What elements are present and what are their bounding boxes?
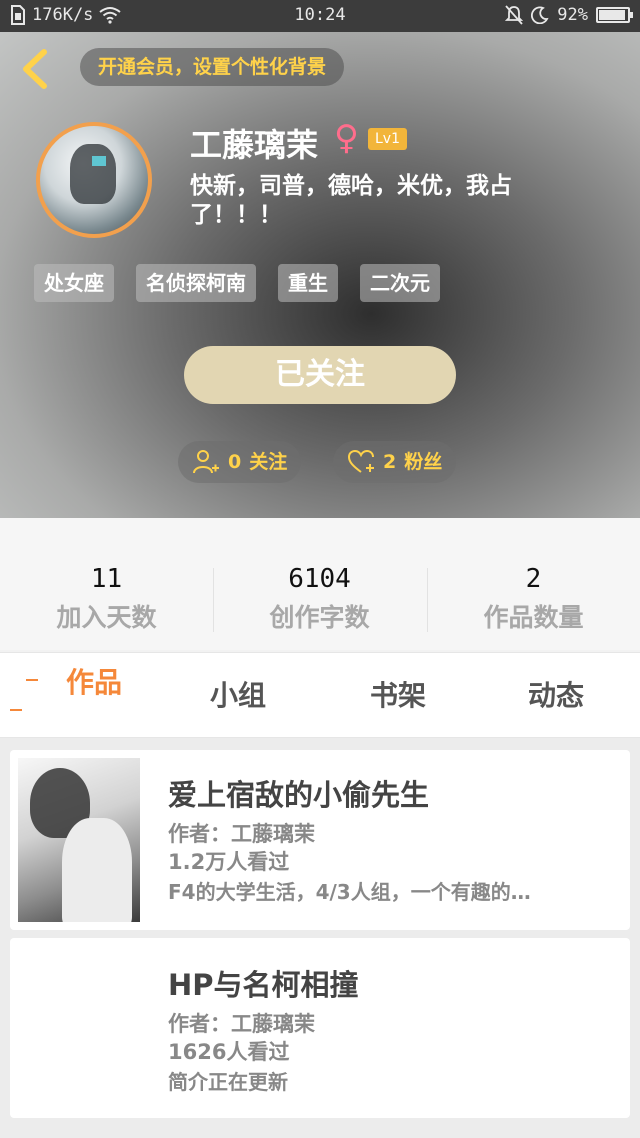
- female-icon: ♀: [334, 118, 359, 158]
- work-title[interactable]: HP与名柯相撞: [168, 962, 359, 1004]
- profile-header: 开通会员，设置个性化背景 工藤璃茉 ♀ Lv1 快新，司普，德哈，米优，我占了！…: [0, 32, 640, 518]
- stat-days: 11 加入天数: [0, 564, 213, 634]
- stat-works: 2 作品数量: [427, 564, 640, 634]
- stat-label: 作品数量: [483, 603, 584, 632]
- battery-icon: [596, 7, 633, 23]
- following-count: 0: [228, 451, 242, 473]
- works-list: 爱上宿敌的小偷先生 作者：工藤璃茉 1.2万人看过 F4的大学生活，4/3人组，…: [0, 738, 640, 1138]
- work-description: 简介正在更新: [168, 1070, 288, 1094]
- wifi-icon: [99, 7, 122, 24]
- level-badge: Lv1: [368, 128, 407, 150]
- cover-dress: [62, 818, 132, 922]
- following-button[interactable]: 0 关注: [178, 441, 302, 483]
- work-card[interactable]: HP与名柯相撞 作者：工藤璃茉 1626人看过 简介正在更新: [10, 938, 630, 1118]
- work-views: 1626人看过: [168, 1040, 290, 1064]
- avatar-figure: [70, 144, 116, 204]
- tab-indicator: [10, 709, 22, 711]
- tab-works[interactable]: 作品: [66, 653, 122, 739]
- tab-bar: 作品 小组 书架 动态: [0, 652, 640, 738]
- avatar-accent: [92, 156, 106, 166]
- work-card[interactable]: 爱上宿敌的小偷先生 作者：工藤璃茉 1.2万人看过 F4的大学生活，4/3人组，…: [10, 750, 630, 930]
- following-label: 关注: [249, 451, 288, 473]
- sim-icon: [11, 5, 25, 25]
- work-author: 作者：工藤璃茉: [168, 1012, 315, 1036]
- network-speed: 176K/s: [32, 5, 94, 25]
- back-arrow-icon[interactable]: [16, 48, 56, 90]
- battery-percent: 92%: [557, 5, 588, 25]
- stat-value: 11: [90, 564, 123, 594]
- work-description: F4的大学生活，4/3人组，一个有趣的…: [168, 880, 531, 904]
- tab-indicator: [26, 679, 38, 681]
- work-title[interactable]: 爱上宿敌的小偷先生: [168, 772, 429, 814]
- moon-icon: [531, 6, 549, 24]
- vip-banner-button[interactable]: 开通会员，设置个性化背景: [80, 48, 345, 86]
- battery-fill: [599, 10, 625, 20]
- tag[interactable]: 处女座: [34, 264, 114, 302]
- work-views: 1.2万人看过: [168, 850, 290, 874]
- stat-label: 加入天数: [56, 603, 157, 632]
- tag[interactable]: 名侦探柯南: [136, 264, 256, 302]
- tag[interactable]: 二次元: [360, 264, 440, 302]
- stat-words: 6104 创作字数: [213, 564, 426, 634]
- username: 工藤璃茉: [190, 126, 319, 164]
- avatar[interactable]: [36, 122, 152, 238]
- mute-icon: [505, 5, 524, 25]
- work-cover-image[interactable]: [18, 758, 140, 922]
- followers-button[interactable]: 2 粉丝: [333, 441, 457, 483]
- stat-value: 2: [525, 564, 542, 594]
- stat-value: 6104: [288, 564, 351, 594]
- tag[interactable]: 重生: [278, 264, 338, 302]
- stat-label: 创作字数: [269, 603, 370, 632]
- follow-button[interactable]: 已关注: [184, 346, 456, 404]
- stats-row: 11 加入天数 6104 创作字数 2 作品数量: [0, 518, 640, 650]
- heart-add-icon: [347, 449, 374, 473]
- work-author: 作者：工藤璃茉: [168, 822, 315, 846]
- tab-bookshelf[interactable]: 书架: [370, 653, 426, 739]
- bio-text: 快新，司普，德哈，米优，我占了！！！: [190, 173, 512, 228]
- followers-count: 2: [383, 451, 397, 473]
- user-add-icon: [193, 450, 219, 474]
- status-bar: 176K/s 10:24 92%: [0, 0, 640, 32]
- tab-groups[interactable]: 小组: [210, 653, 266, 739]
- tag-list: 处女座 名侦探柯南 重生 二次元: [34, 264, 440, 302]
- followers-label: 粉丝: [404, 451, 443, 473]
- status-left: 176K/s: [10, 5, 122, 25]
- tab-activity[interactable]: 动态: [528, 653, 584, 739]
- status-right: 92%: [505, 5, 633, 25]
